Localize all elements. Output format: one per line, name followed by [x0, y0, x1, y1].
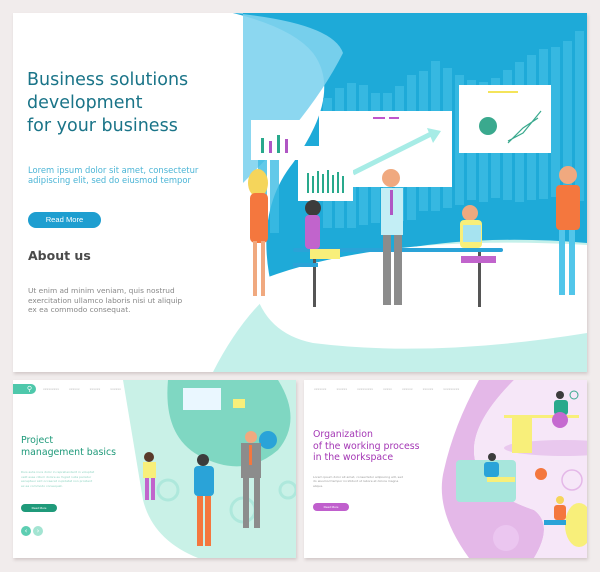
hero-subtitle-line: adipiscing elit, sed do eiusmod tempor — [28, 175, 191, 185]
pm-nav-item[interactable]: xxxxxx — [90, 387, 101, 391]
org-nav-item[interactable]: xxxxxx — [336, 387, 347, 391]
woman-presenter-left — [248, 169, 268, 296]
page: Business solutions development for your … — [0, 0, 600, 572]
about-us-heading: About us — [28, 248, 91, 263]
org-nav-item[interactable]: xxxxxxxxx — [357, 387, 373, 391]
pm-illustration — [123, 380, 296, 558]
pm-title-line: Project — [21, 435, 54, 446]
pm-text: Duis aute irure dolor in reprehenderit i… — [21, 470, 103, 488]
org-nav-item[interactable]: xxxxx — [383, 387, 392, 391]
org-title-line: Organization — [313, 429, 373, 440]
hero-landing-panel: Business solutions development for your … — [13, 13, 587, 372]
pm-nav-item[interactable]: xxxxxxxxx — [43, 387, 59, 391]
pie-chart-icon — [535, 468, 547, 480]
pm-logo[interactable]: ⚲ — [13, 384, 36, 394]
org-nav-item[interactable]: xxxxxxxxx — [443, 387, 459, 391]
hero-illustration — [213, 13, 587, 372]
pm-title-line: management basics — [21, 447, 117, 458]
envelope-icon — [233, 399, 245, 408]
hero-title-line: development — [27, 93, 143, 113]
prev-arrow-button[interactable]: ‹ — [21, 526, 31, 536]
org-text: Lorem ipsum dolor sit amet, consectetur … — [313, 475, 423, 488]
org-illustration — [441, 380, 587, 558]
org-title-line: in the workspace — [313, 452, 394, 463]
board-icon — [183, 388, 221, 410]
org-read-more-button[interactable]: Read More — [313, 503, 349, 511]
about-text-line: exercitation ullamco laboris nisi ut ali… — [28, 295, 183, 305]
project-management-panel: ⚲ xxxxxxxxx xxxxxx xxxxxx xxxxxx Project… — [13, 380, 296, 558]
org-nav-item[interactable]: xxxxxxx — [314, 387, 326, 391]
chart-board-small-left — [251, 120, 301, 160]
hero-title-line: Business solutions — [27, 70, 189, 90]
hero-read-more-button[interactable]: Read More — [28, 212, 101, 228]
next-arrow-button[interactable]: › — [33, 526, 43, 536]
chart-board-middle — [298, 146, 353, 201]
org-nav-item[interactable]: xxxxxx — [402, 387, 413, 391]
pie-chart-icon — [259, 431, 277, 449]
pm-read-more-button[interactable]: Read More — [21, 504, 57, 512]
org-title-line: of the working process — [313, 440, 420, 452]
pie-decoration — [493, 525, 519, 551]
pm-title: Project management basics — [21, 435, 116, 459]
about-us-text: Ut enim ad minim veniam, quis nostrud ex… — [28, 286, 193, 315]
org-title: Organization of the working process in t… — [313, 429, 443, 464]
org-nav: xxxxxxx xxxxxx xxxxxxxxx xxxxx xxxxxx xx… — [314, 387, 459, 391]
chevron-left-icon: ‹ — [24, 527, 28, 535]
pm-text-line: excepteur sint occaecat cupidatat non pr… — [21, 479, 93, 483]
location-pin-icon: ⚲ — [26, 385, 32, 393]
chevron-right-icon: › — [36, 527, 40, 535]
desk — [504, 415, 579, 418]
hero-subtitle: Lorem ipsum dolor sit amet, consectetur … — [28, 165, 228, 185]
organization-panel: xxxxxxx xxxxxx xxxxxxxxx xxxxx xxxxxx xx… — [304, 380, 587, 558]
pm-text-line: ex ea commodo consequat. — [21, 483, 63, 488]
pm-nav: xxxxxxxxx xxxxxx xxxxxx xxxxxx — [43, 387, 121, 391]
hero-subtitle-line: Lorem ipsum dolor sit amet, consectetur — [28, 165, 199, 175]
desk-drawers — [512, 418, 532, 453]
chart-board-right — [459, 85, 551, 153]
about-text-line: ex ea commodo consequat. — [28, 305, 131, 315]
org-nav-item[interactable]: xxxxxx — [423, 387, 434, 391]
hero-title: Business solutions development for your … — [27, 69, 227, 138]
pm-text-line: Duis aute irure dolor in reprehenderit i… — [21, 470, 95, 474]
hero-title-line: for your business — [27, 116, 178, 136]
org-text-line: aliqua. — [313, 483, 324, 488]
pm-nav-item[interactable]: xxxxxx — [69, 387, 80, 391]
pm-nav-item[interactable]: xxxxxx — [110, 387, 121, 391]
about-text-line: Ut enim ad minim veniam, quis nostrud — [28, 286, 175, 295]
